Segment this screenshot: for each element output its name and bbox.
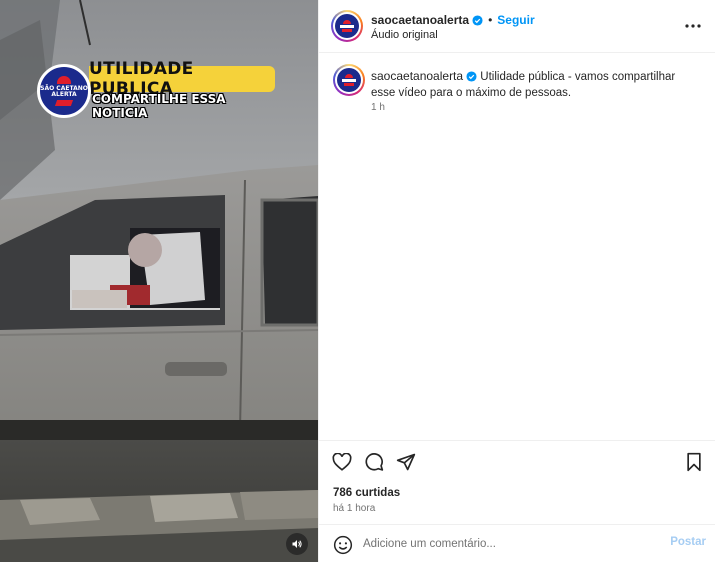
author-avatar[interactable]	[331, 10, 363, 42]
post-timestamp[interactable]: há 1 hora	[333, 503, 375, 514]
share-button[interactable]	[395, 451, 417, 473]
utilidade-publica-banner: SÃO CAETANO ALERTA UTILIDADE PUBLICA COM…	[37, 59, 277, 122]
header-author-line: saocaetanoalerta • Seguir	[371, 12, 535, 27]
post-video[interactable]: SÃO CAETANO ALERTA UTILIDADE PUBLICA COM…	[0, 0, 318, 562]
header-separator: •	[488, 13, 493, 27]
banner-subtitle: COMPARTILHE ESSA NOTICIA	[92, 92, 226, 120]
heart-icon	[332, 453, 352, 471]
share-icon	[396, 453, 416, 471]
post-comment-button[interactable]: Postar	[670, 536, 706, 548]
emoji-button[interactable]	[333, 535, 353, 555]
more-horizontal-icon	[685, 24, 701, 28]
logo-sun-shape	[57, 76, 71, 84]
caption-username[interactable]: saocaetanoalerta	[371, 69, 463, 83]
caption-text-block: saocaetanoalerta Utilidade pública - vam…	[371, 68, 701, 101]
sao-caetano-alerta-logo: SÃO CAETANO ALERTA	[37, 64, 91, 118]
original-audio-link[interactable]: Áudio original	[371, 29, 438, 41]
banner-title: UTILIDADE PUBLICA	[89, 59, 275, 99]
instagram-post-modal: SÃO CAETANO ALERTA UTILIDADE PUBLICA COM…	[0, 0, 715, 562]
emoji-icon	[333, 535, 353, 555]
more-options-button[interactable]	[682, 16, 704, 36]
comment-button[interactable]	[363, 451, 385, 473]
save-button[interactable]	[683, 451, 705, 473]
add-comment-bar: Postar	[319, 524, 715, 562]
comment-input[interactable]	[363, 534, 663, 554]
logo-text-line2: ALERTA	[51, 91, 77, 98]
author-username[interactable]: saocaetanoalerta	[371, 13, 469, 27]
bookmark-icon	[687, 452, 701, 472]
caption-timestamp: 1 h	[371, 102, 385, 113]
likes-count[interactable]: 786 curtidas	[333, 487, 400, 499]
post-actions-section: 786 curtidas há 1 hora	[319, 440, 715, 528]
speaker-icon	[292, 540, 302, 548]
post-side-panel: saocaetanoalerta • Seguir Áudio original s…	[318, 0, 715, 562]
comment-icon	[365, 453, 384, 471]
caption-author-avatar[interactable]	[333, 64, 365, 96]
follow-button[interactable]: Seguir	[497, 13, 534, 27]
verified-badge-icon	[466, 71, 477, 82]
verified-badge-icon	[472, 15, 483, 26]
post-header: saocaetanoalerta • Seguir Áudio original	[319, 0, 715, 53]
mute-button[interactable]	[286, 533, 308, 555]
like-button[interactable]	[331, 451, 353, 473]
logo-bolt-shape	[54, 100, 74, 106]
